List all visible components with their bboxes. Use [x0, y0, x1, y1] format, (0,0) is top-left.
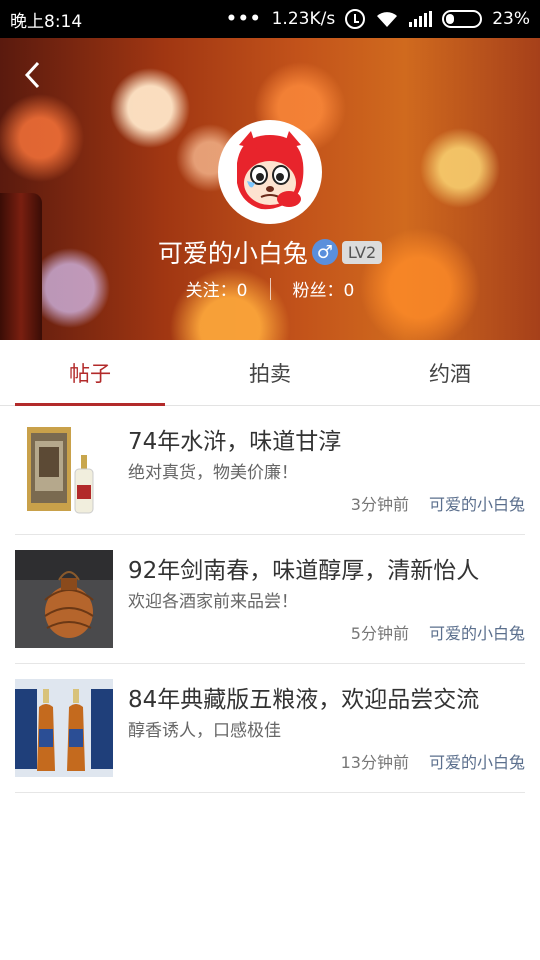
liquor-bottles-image	[15, 679, 113, 777]
post-title: 84年典藏版五粮液，欢迎品尝交流	[128, 687, 480, 713]
back-button[interactable]	[16, 58, 50, 92]
back-arrow-icon	[24, 61, 40, 89]
post-author[interactable]: 可爱的小白兔	[429, 491, 525, 515]
avatar-image	[221, 123, 319, 221]
post-time: 13分钟前	[340, 753, 409, 772]
username-row: 可爱的小白兔 ♂ LV2	[0, 234, 540, 270]
notification-dots: •••	[226, 9, 262, 29]
post-description: 醇香诱人，口感极佳	[128, 721, 281, 741]
post-description: 欢迎各酒家前来品尝！	[128, 592, 298, 612]
status-bar: 晚上8:14 ••• 1.23K/s 23%	[0, 0, 540, 38]
tab-auction[interactable]: 拍卖	[180, 340, 360, 405]
username: 可爱的小白兔	[157, 239, 308, 268]
post-list: 74年水浒，味道甘淳 绝对真货，物美价廉！ 3分钟前 可爱的小白兔 92年剑南春…	[0, 406, 540, 793]
stats-divider	[269, 277, 271, 300]
post-title: 74年水浒，味道甘淳	[128, 429, 342, 455]
post-thumbnail	[15, 679, 113, 777]
stats-row: 关注：0 粉丝：0	[0, 276, 540, 301]
tab-posts[interactable]: 帖子	[0, 340, 180, 406]
post-meta: 13分钟前 可爱的小白兔	[341, 749, 525, 773]
liquor-box-image	[15, 421, 113, 519]
post-description: 绝对真货，物美价廉！	[128, 463, 298, 483]
tab-bar: 帖子 拍卖 约酒	[0, 340, 540, 406]
level-badge: LV2	[341, 240, 383, 264]
battery-percent: 23%	[492, 9, 530, 29]
post-item[interactable]: 84年典藏版五粮液，欢迎品尝交流 醇香诱人，口感极佳 13分钟前 可爱的小白兔	[15, 664, 525, 793]
post-author[interactable]: 可爱的小白兔	[429, 749, 525, 773]
status-time: 晚上8:14	[10, 11, 83, 32]
post-time: 5分钟前	[350, 624, 409, 643]
post-title: 92年剑南春，味道醇厚，清新怡人	[128, 558, 480, 584]
tab-drink-meetup[interactable]: 约酒	[360, 340, 540, 405]
following-count[interactable]: 关注：0	[186, 276, 248, 301]
post-thumbnail	[15, 421, 113, 519]
post-author[interactable]: 可爱的小白兔	[429, 620, 525, 644]
wifi-icon	[377, 12, 398, 27]
profile-header: 可爱的小白兔 ♂ LV2 关注：0 粉丝：0	[0, 38, 540, 340]
post-meta: 5分钟前 可爱的小白兔	[351, 620, 525, 644]
network-speed: 1.23K/s	[271, 9, 336, 29]
status-icons: ••• 1.23K/s 23%	[226, 9, 530, 29]
alarm-icon	[345, 9, 366, 29]
post-item[interactable]: 74年水浒，味道甘淳 绝对真货，物美价廉！ 3分钟前 可爱的小白兔	[15, 406, 525, 535]
signal-icon	[409, 11, 433, 27]
post-thumbnail	[15, 550, 113, 648]
post-meta: 3分钟前 可爱的小白兔	[351, 491, 525, 515]
followers-count[interactable]: 粉丝：0	[293, 276, 355, 301]
male-icon: ♂	[311, 239, 338, 265]
avatar[interactable]	[218, 120, 322, 224]
liquor-jar-image	[15, 550, 113, 648]
post-time: 3分钟前	[350, 495, 409, 514]
battery-icon	[442, 10, 483, 28]
post-item[interactable]: 92年剑南春，味道醇厚，清新怡人 欢迎各酒家前来品尝！ 5分钟前 可爱的小白兔	[15, 535, 525, 664]
